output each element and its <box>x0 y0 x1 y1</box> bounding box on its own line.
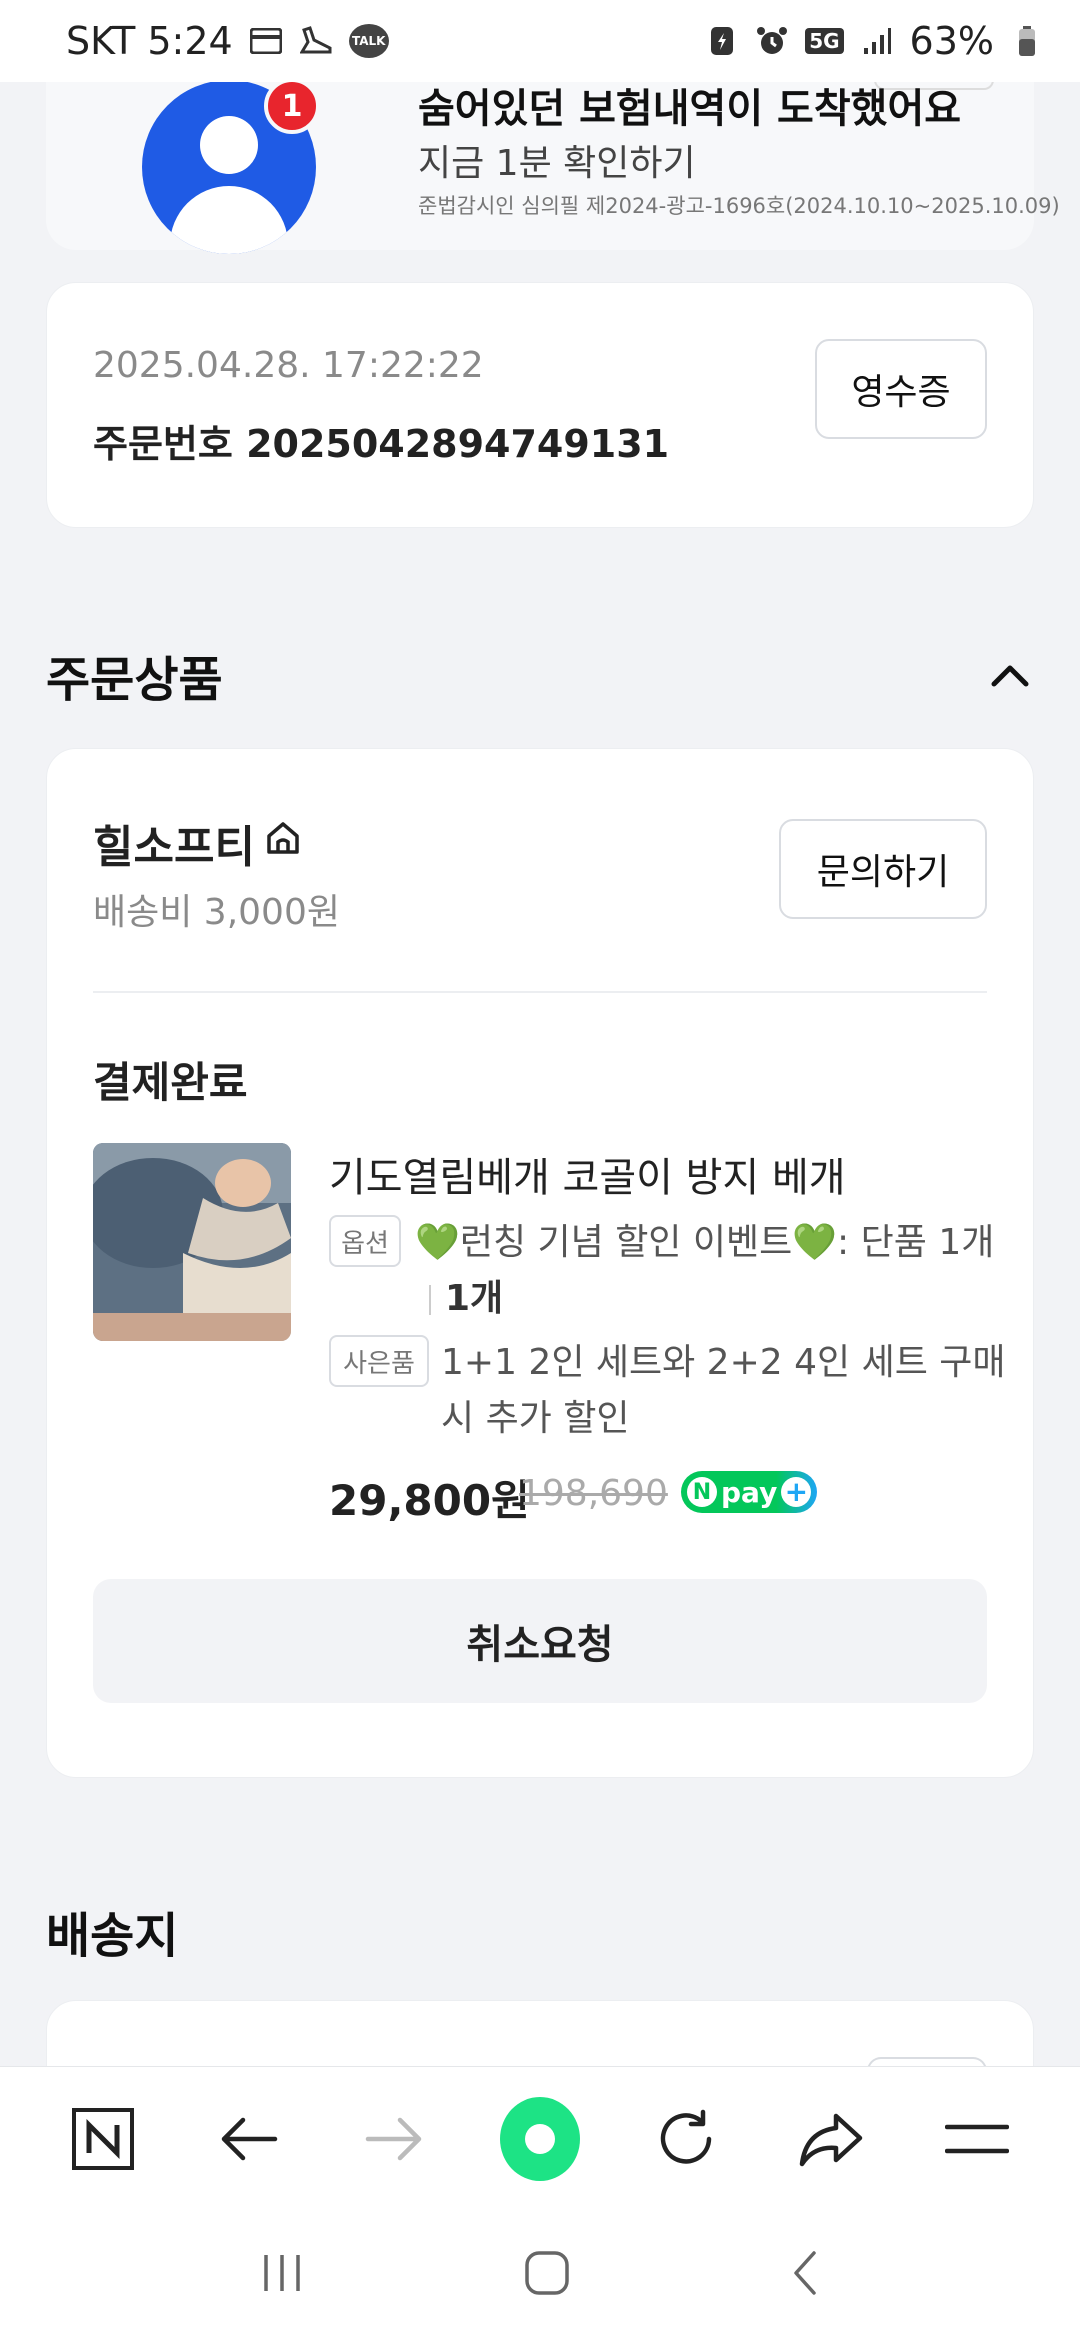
shipping-fee: 배송비 3,000원 <box>93 892 340 933</box>
option-text: 💚런칭 기념 할인 이벤트💚: 단품 1개 <box>415 1222 995 1263</box>
npay-n-icon: N <box>687 1477 717 1507</box>
back-arrow-icon[interactable] <box>209 2099 289 2179</box>
order-product-card: 힐소프티 배송비 3,000원 문의하기 결제완료 기도열림베개 코골이 방지 … <box>46 748 1034 1778</box>
seller-name-row[interactable]: 힐소프티 <box>93 811 303 875</box>
seller-name: 힐소프티 <box>93 822 255 873</box>
divider <box>93 991 987 993</box>
battery-icon <box>1010 24 1044 58</box>
gift-tag: 사은품 <box>329 1335 429 1387</box>
npay-plus-badge: N pay + <box>681 1471 817 1513</box>
payment-status: 결제완료 <box>93 1058 248 1107</box>
product-thumbnail[interactable] <box>93 1143 291 1341</box>
kakaotalk-icon: TALK <box>348 24 389 58</box>
npay-label: pay <box>721 1475 778 1509</box>
cancel-request-button[interactable]: 취소요청 <box>93 1579 987 1703</box>
order-info-card: 2025.04.28. 17:22:22 주문번호 20250428947491… <box>46 282 1034 528</box>
carrier-time: SKT 5:24 <box>66 19 233 63</box>
refresh-icon[interactable] <box>646 2099 726 2179</box>
forward-arrow-icon[interactable] <box>354 2099 434 2179</box>
share-icon[interactable] <box>791 2099 871 2179</box>
receipt-button[interactable]: 영수증 <box>815 339 987 439</box>
system-nav-bar <box>0 2210 1080 2340</box>
network-type: 5G <box>805 28 844 54</box>
home-icon[interactable] <box>499 2096 580 2181</box>
section-title-shipping: 배송지 <box>46 1908 179 1964</box>
back-nav-icon[interactable] <box>790 2249 820 2301</box>
gift-text: 1+1 2인 세트와 2+2 4인 세트 구매 시 추가 할인 <box>441 1342 1006 1439</box>
menu-icon[interactable] <box>937 2099 1017 2179</box>
option-tag: 옵션 <box>329 1215 401 1267</box>
option-details: 💚런칭 기념 할인 이벤트💚: 단품 1개 1개 <box>415 1215 1005 1327</box>
collapse-chevron-up-icon[interactable] <box>986 652 1034 700</box>
shoe-icon <box>299 24 333 58</box>
original-price: 198,690 <box>519 1473 668 1514</box>
recent-apps-icon[interactable] <box>260 2251 304 2299</box>
store-home-icon <box>263 818 303 869</box>
notification-badge: 1 <box>264 78 320 134</box>
alarm-icon <box>755 24 789 58</box>
order-number: 주문번호 2025042894749131 <box>93 422 670 466</box>
ad-title: 숨어있던 보험내역이 도착했어요 <box>418 86 962 132</box>
browser-toolbar <box>0 2066 1080 2210</box>
battery-percent: 63% <box>909 19 994 63</box>
ad-legal-notice: 준법감시인 심의필 제2024-광고-1696호(2024.10.10~2025… <box>418 194 1060 218</box>
inquiry-button[interactable]: 문의하기 <box>779 819 987 919</box>
sale-price: 29,800원 <box>329 1476 530 1525</box>
status-bar: SKT 5:24 TALK 5G 63% <box>0 0 1080 82</box>
naver-icon[interactable] <box>63 2099 143 2179</box>
home-nav-icon[interactable] <box>523 2249 571 2301</box>
signal-icon <box>860 24 894 58</box>
option-quantity: 1개 <box>445 1278 504 1319</box>
section-title-products: 주문상품 <box>46 652 223 708</box>
ad-subtitle: 지금 1분 확인하기 <box>418 143 696 184</box>
product-name[interactable]: 기도열림베개 코골이 방지 베개 <box>329 1145 846 1203</box>
insurance-ad-banner[interactable]: 1 숨어있던 보험내역이 도착했어요 지금 1분 확인하기 준법감시인 심의필 … <box>46 60 1060 254</box>
battery-saver-icon <box>705 24 739 58</box>
card-icon <box>249 24 283 58</box>
order-datetime: 2025.04.28. 17:22:22 <box>93 345 484 386</box>
plus-icon: + <box>781 1477 812 1507</box>
